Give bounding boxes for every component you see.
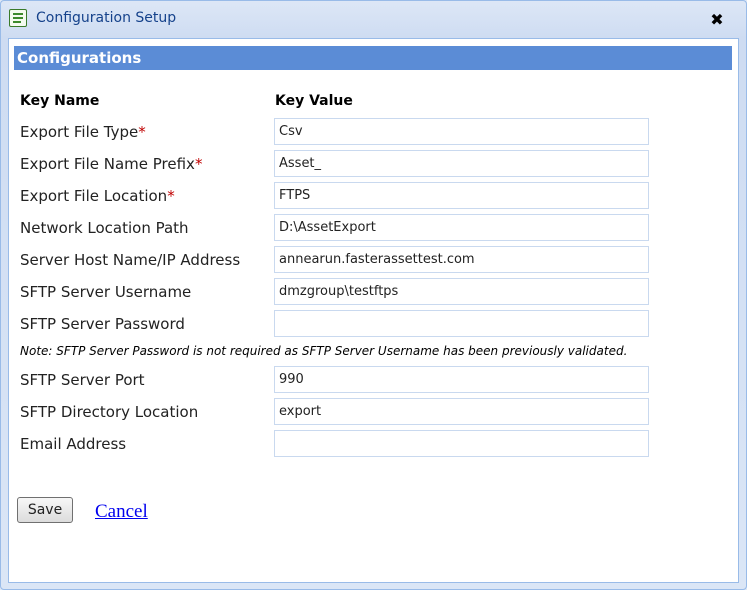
- label-sftp-directory-location: SFTP Directory Location: [20, 403, 199, 421]
- server-host-name-field[interactable]: annearun.fasterassettest.com: [274, 246, 649, 273]
- key-name-header: Key Name: [20, 93, 100, 109]
- save-button[interactable]: Save: [17, 497, 73, 523]
- sftp-server-username-field[interactable]: dmzgroup\testftps: [274, 278, 649, 305]
- label-export-file-name-prefix: Export File Name Prefix*: [20, 155, 203, 173]
- close-icon[interactable]: ✖: [707, 10, 727, 30]
- section-header: Configurations: [14, 46, 732, 70]
- sftp-server-port-field[interactable]: 990: [274, 366, 649, 393]
- label-sftp-server-port: SFTP Server Port: [20, 371, 145, 389]
- label-sftp-server-username: SFTP Server Username: [20, 283, 192, 301]
- label-export-file-location: Export File Location*: [20, 187, 175, 205]
- label-export-file-type: Export File Type*: [20, 123, 146, 141]
- key-value-header: Key Value: [275, 93, 353, 109]
- export-file-type-field[interactable]: Csv: [274, 118, 649, 145]
- required-marker: *: [194, 155, 203, 173]
- label-sftp-server-password: SFTP Server Password: [20, 315, 185, 333]
- password-note: Note: SFTP Server Password is not requir…: [20, 344, 628, 358]
- label-server-host-name: Server Host Name/IP Address: [20, 251, 241, 269]
- network-location-path-field[interactable]: D:\AssetExport: [274, 214, 649, 241]
- window-title: Configuration Setup: [36, 10, 177, 26]
- label-network-location-path: Network Location Path: [20, 219, 189, 237]
- required-marker: *: [138, 123, 146, 141]
- form-icon: [9, 9, 27, 27]
- cancel-link[interactable]: Cancel: [95, 501, 148, 523]
- label-email-address: Email Address: [20, 435, 127, 453]
- configuration-panel: Configurations Key Name Key Value Export…: [8, 38, 739, 583]
- export-file-location-field[interactable]: FTPS: [274, 182, 649, 209]
- email-address-field[interactable]: [274, 430, 649, 457]
- sftp-server-password-field[interactable]: [274, 310, 649, 337]
- required-marker: *: [167, 187, 175, 205]
- sftp-directory-location-field[interactable]: export: [274, 398, 649, 425]
- export-file-name-prefix-field[interactable]: Asset_: [274, 150, 649, 177]
- title-bar[interactable]: Configuration Setup ✖: [1, 1, 746, 38]
- configuration-dialog: Configuration Setup ✖ Configurations Key…: [0, 0, 747, 590]
